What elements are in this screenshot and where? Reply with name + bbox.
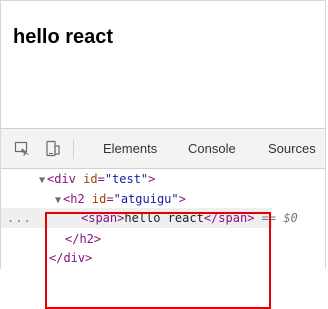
- dom-node-h2[interactable]: ▼ <h2 id="atguigu">: [1, 189, 186, 209]
- dom-node-h2-close[interactable]: </h2>: [1, 229, 101, 249]
- tab-elements[interactable]: Elements: [103, 141, 157, 157]
- tab-sources[interactable]: Sources: [268, 141, 316, 157]
- dom-node-div[interactable]: ▼ <div id="test">: [1, 169, 155, 189]
- h2-attr-eq: =: [106, 192, 114, 206]
- devtools-toolbar: Elements Console Sources: [1, 129, 325, 169]
- browser-window: hello react Elements Console Sources ▼ <…: [0, 0, 326, 309]
- dom-node-span-selected[interactable]: ... <span>hello react</span> == $0: [1, 208, 298, 228]
- h2-close-tag: </h2>: [65, 232, 102, 246]
- span-close-tag: </span>: [203, 211, 255, 225]
- div-open-tag: <div: [47, 172, 84, 186]
- div-attr-eq: =: [97, 172, 105, 186]
- tab-console[interactable]: Console: [188, 141, 236, 157]
- devtools-panel: Elements Console Sources ▼ <div id="test"…: [1, 128, 325, 309]
- inspect-element-icon[interactable]: [14, 140, 32, 158]
- device-toolbar-icon[interactable]: [44, 140, 62, 158]
- h2-attr-value: "atguigu": [113, 192, 179, 206]
- div-close-bracket: >: [148, 172, 156, 186]
- toolbar-divider: [73, 139, 74, 159]
- selected-node-marker: == $0: [254, 211, 298, 225]
- node-ellipsis: ...: [7, 211, 32, 225]
- div-attr-name: id: [83, 172, 98, 186]
- div-attr-value: "test": [104, 172, 149, 186]
- page-viewport: hello react: [1, 1, 325, 128]
- div-close-tag: </div>: [49, 251, 93, 265]
- dom-node-div-close[interactable]: </div>: [1, 248, 92, 268]
- page-heading: hello react: [13, 26, 114, 48]
- span-open-tag: <span>: [81, 211, 125, 225]
- elements-tree: ▼ <div id="test"> ▼ <h2 id="atguigu"> ... …: [1, 169, 325, 309]
- h2-attr-name: id: [91, 192, 107, 206]
- expand-arrow-icon[interactable]: ▼: [37, 171, 47, 191]
- h2-close-bracket: >: [178, 192, 186, 206]
- span-text-content: hello react: [124, 211, 204, 225]
- h2-open-tag: <h2: [63, 192, 92, 206]
